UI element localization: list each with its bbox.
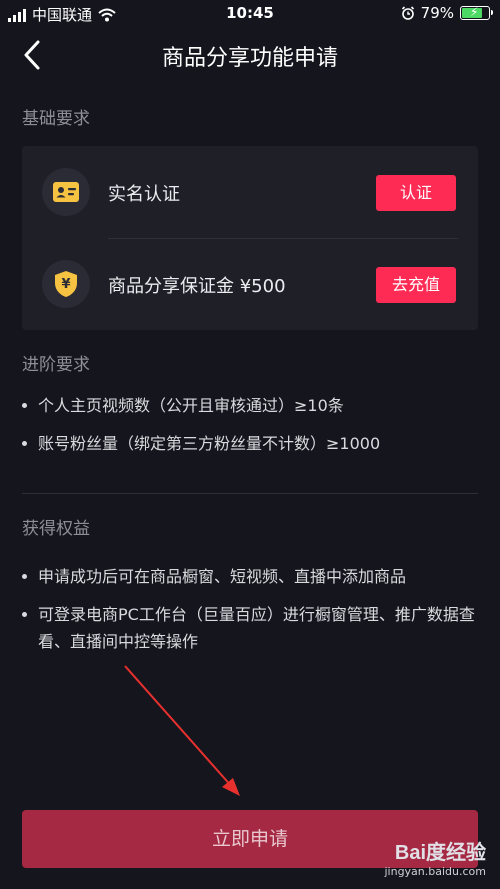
benefits-list: 申请成功后可在商品橱窗、短视频、直播中添加商品 可登录电商PC工作台（巨量百应）… bbox=[22, 563, 482, 666]
list-item: 账号粉丝量（绑定第三方粉丝量不计数）≥1000 bbox=[22, 430, 482, 457]
page-title: 商品分享功能申请 bbox=[161, 46, 338, 71]
yuan-shield-icon: ¥ bbox=[42, 260, 90, 308]
deposit-label: 商品分享保证金 ¥500 bbox=[108, 276, 286, 297]
watermark-brand: Bai度经验 bbox=[394, 842, 486, 864]
watermark-logo: Bai度经验 jingyan.baidu.com bbox=[384, 836, 486, 878]
svg-text:¥: ¥ bbox=[61, 277, 70, 292]
section-divider bbox=[22, 493, 478, 494]
benefits-section-title: 获得权益 bbox=[22, 519, 90, 539]
list-item: 申请成功后可在商品橱窗、短视频、直播中添加商品 bbox=[22, 563, 482, 590]
requirement-row-realname: 实名认证 认证 bbox=[22, 146, 478, 238]
id-card-icon bbox=[42, 168, 90, 216]
basic-section-title: 基础要求 bbox=[22, 109, 90, 129]
verify-button[interactable]: 认证 bbox=[376, 175, 456, 211]
charging-icon: ⚡ bbox=[470, 5, 479, 19]
advanced-list: 个人主页视频数（公开且审核通过）≥10条 账号粉丝量（绑定第三方粉丝量不计数）≥… bbox=[22, 392, 482, 468]
advanced-section-title: 进阶要求 bbox=[22, 355, 90, 375]
alarm-icon bbox=[401, 6, 414, 20]
status-right: 79% ⚡ bbox=[401, 4, 493, 22]
watermark-url: jingyan.baidu.com bbox=[384, 865, 486, 878]
battery-icon: ⚡ bbox=[460, 5, 493, 20]
requirement-row-deposit: ¥ 商品分享保证金 ¥500 去充值 bbox=[22, 238, 478, 330]
status-bar: 中国联通 10:45 79% ⚡ bbox=[0, 0, 500, 28]
basic-requirements-card: 实名认证 认证 ¥ 商品分享保证金 ¥500 去充值 bbox=[22, 146, 478, 330]
nav-bar: 商品分享功能申请 bbox=[0, 30, 500, 80]
battery-percent: 79% bbox=[420, 4, 454, 22]
recharge-button[interactable]: 去充值 bbox=[376, 267, 456, 303]
list-item: 个人主页视频数（公开且审核通过）≥10条 bbox=[22, 392, 482, 419]
realname-label: 实名认证 bbox=[108, 184, 180, 205]
list-item: 可登录电商PC工作台（巨量百应）进行橱窗管理、推广数据查看、直播间中控等操作 bbox=[22, 601, 482, 655]
